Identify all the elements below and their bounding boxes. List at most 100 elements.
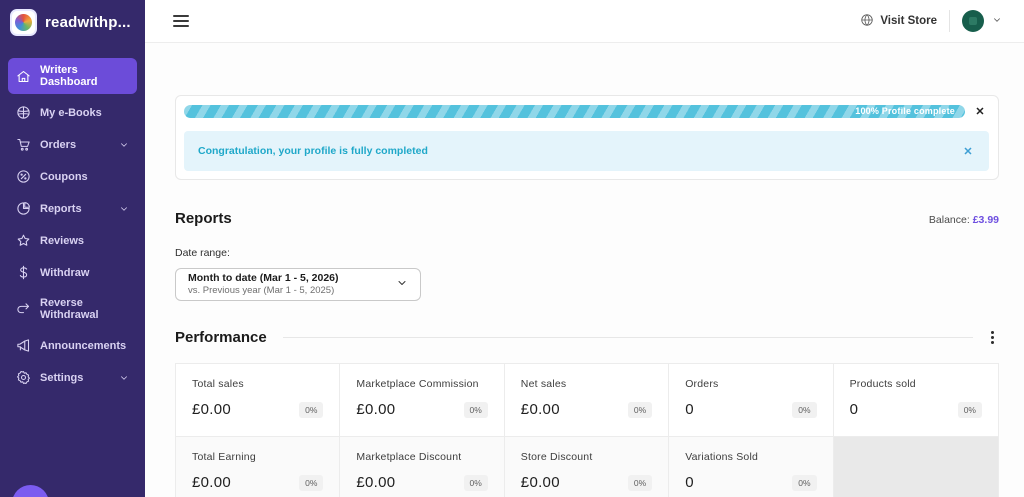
visit-store-label: Visit Store (880, 15, 937, 27)
stat-label: Total Earning (192, 451, 323, 463)
dollar-icon (16, 265, 31, 280)
avatar (962, 10, 984, 32)
sidebar: readwithp... Writers Dashboard My e-Books… (0, 0, 145, 497)
stat-card-marketplace-discount: Marketplace Discount £0.00 0% (340, 437, 504, 497)
chevron-down-icon (992, 12, 1002, 30)
performance-title: Performance (175, 329, 267, 346)
stat-card-variations-sold: Variations Sold 0 0% (669, 437, 833, 497)
divider (283, 337, 973, 338)
profile-progress-label: 100% Profile complete (855, 105, 955, 118)
sidebar-item-orders[interactable]: Orders (8, 131, 137, 158)
sidebar-item-my-e-books[interactable]: My e-Books (8, 99, 137, 126)
sidebar-item-label: Reviews (40, 235, 84, 247)
profile-complete-alert: Congratulation, your profile is fully co… (184, 131, 989, 171)
stat-value: £0.00 (521, 401, 560, 418)
stat-card-orders: Orders00% (669, 364, 833, 437)
sidebar-item-label: Writers Dashboard (40, 64, 129, 88)
chevron-down-icon (396, 276, 408, 294)
percent-icon (16, 169, 31, 184)
stat-change-badge: 0% (792, 475, 816, 491)
stat-change-badge: 0% (792, 402, 816, 418)
date-range-secondary: vs. Previous year (Mar 1 - 5, 2025) (188, 285, 339, 297)
stat-card-total-earning: Total Earning £0.00 0% (176, 437, 340, 497)
progress-close-icon[interactable]: ✕ (971, 102, 989, 120)
sidebar-nav: Writers Dashboard My e-Books Orders Coupons… (0, 44, 145, 391)
stat-change-badge: 0% (628, 402, 652, 418)
sidebar-item-coupons[interactable]: Coupons (8, 163, 137, 190)
sidebar-item-withdraw[interactable]: Withdraw (8, 259, 137, 286)
sidebar-item-writers-dashboard[interactable]: Writers Dashboard (8, 58, 137, 94)
date-range-label: Date range: (175, 247, 999, 259)
stat-value: 0 (685, 474, 694, 491)
content: 100% Profile complete ✕ Congratulation, … (145, 95, 1024, 497)
stat-change-badge: 0% (628, 475, 652, 491)
profile-progress-bar: 100% Profile complete (184, 105, 965, 118)
logo[interactable]: readwithp... (0, 0, 145, 44)
stat-label: Marketplace Commission (356, 378, 487, 390)
stat-value: £0.00 (356, 401, 395, 418)
stat-value: £0.00 (356, 474, 395, 491)
logo-text: readwithp... (45, 14, 131, 31)
main-area: Visit Store 100% Profile complete ✕ Cong… (145, 0, 1024, 497)
alert-close-icon[interactable]: ✕ (959, 142, 977, 160)
date-range-primary: Month to date (Mar 1 - 5, 2026) (188, 272, 339, 285)
menu-icon[interactable] (173, 15, 189, 27)
stat-card-net-sales: Net sales £0.00 0% (505, 364, 669, 437)
stat-value: £0.00 (192, 474, 231, 491)
reports-title: Reports (175, 210, 232, 227)
sidebar-item-reverse-withdrawal[interactable]: Reverse Withdrawal (8, 291, 137, 327)
chevron-down-icon (119, 204, 129, 214)
home-icon (16, 69, 31, 84)
star-icon (16, 233, 31, 248)
stat-change-badge: 0% (299, 402, 323, 418)
topbar: Visit Store (145, 0, 1024, 43)
sidebar-item-label: My e-Books (40, 107, 102, 119)
chevron-down-icon (119, 373, 129, 383)
performance-stats-grid: Total sales£0.000%Marketplace Commission… (175, 363, 999, 497)
sidebar-item-label: Reverse Withdrawal (40, 297, 129, 321)
sidebar-item-label: Withdraw (40, 267, 89, 279)
stat-label: Variations Sold (685, 451, 816, 463)
stat-label: Store Discount (521, 451, 652, 463)
date-range-select[interactable]: Month to date (Mar 1 - 5, 2026) vs. Prev… (175, 268, 421, 301)
balance: Balance: £3.99 (929, 214, 999, 226)
stat-card-empty (834, 437, 998, 497)
alert-text: Congratulation, your profile is fully co… (198, 145, 428, 157)
stat-card-products-sold: Products sold00% (834, 364, 998, 437)
gear-icon (16, 370, 31, 385)
sidebar-item-settings[interactable]: Settings (8, 364, 137, 391)
sidebar-item-label: Settings (40, 372, 83, 384)
stat-change-badge: 0% (299, 475, 323, 491)
balance-link[interactable]: £3.99 (973, 214, 999, 226)
stat-card-marketplace-commission: Marketplace Commission £0.00 0% (340, 364, 504, 437)
logo-icon (10, 9, 37, 36)
sidebar-item-reports[interactable]: Reports (8, 195, 137, 222)
visit-store-button[interactable]: Visit Store (860, 13, 937, 30)
stat-value: £0.00 (192, 401, 231, 418)
topbar-divider (949, 10, 950, 32)
stat-card-store-discount: Store Discount £0.00 0% (505, 437, 669, 497)
cart-icon (16, 137, 31, 152)
stat-label: Products sold (850, 378, 982, 390)
pie-chart-icon (16, 201, 31, 216)
stat-label: Total sales (192, 378, 323, 390)
sidebar-item-label: Reports (40, 203, 82, 215)
stat-change-badge: 0% (464, 402, 488, 418)
stat-label: Net sales (521, 378, 652, 390)
sidebar-item-label: Announcements (40, 340, 126, 352)
profile-completion-card: 100% Profile complete ✕ Congratulation, … (175, 95, 999, 180)
sidebar-item-announcements[interactable]: Announcements (8, 332, 137, 359)
megaphone-icon (16, 338, 31, 353)
kebab-menu-icon[interactable] (985, 330, 999, 346)
stat-value: £0.00 (521, 474, 560, 491)
ebook-icon (16, 105, 31, 120)
stat-label: Orders (685, 378, 816, 390)
sidebar-item-label: Orders (40, 139, 76, 151)
stat-change-badge: 0% (464, 475, 488, 491)
user-menu[interactable] (962, 10, 1002, 32)
balance-label: Balance: (929, 214, 970, 226)
globe-icon (860, 13, 874, 30)
stat-label: Marketplace Discount (356, 451, 487, 463)
redo-icon (16, 302, 31, 317)
sidebar-item-reviews[interactable]: Reviews (8, 227, 137, 254)
